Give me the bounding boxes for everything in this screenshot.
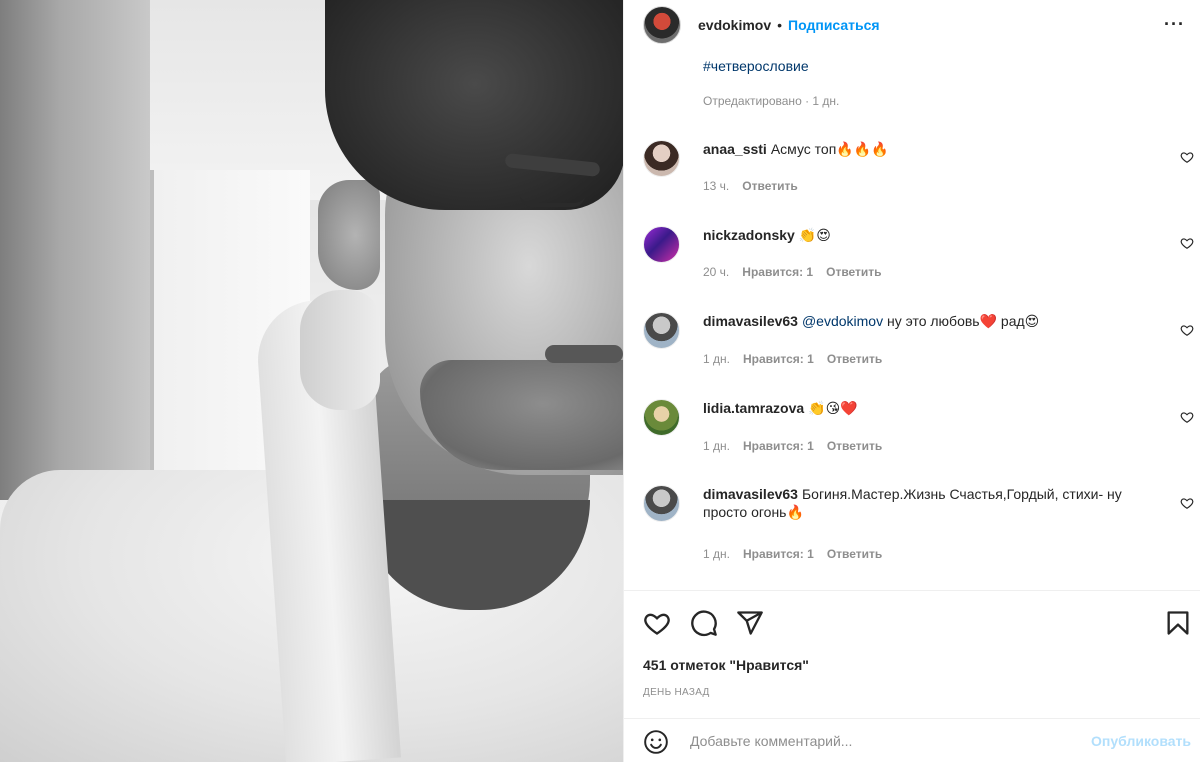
comment-text: nickzadonsky 👏😍 xyxy=(703,226,1158,244)
comment-heart-icon[interactable] xyxy=(1180,410,1194,424)
comment-heart-icon[interactable] xyxy=(1180,236,1194,250)
comment-avatar[interactable] xyxy=(643,226,680,263)
comment-avatar[interactable] xyxy=(643,399,680,436)
comment-meta: 1 дн. Нравится: 1 Ответить xyxy=(703,352,882,366)
comment-heart-icon[interactable] xyxy=(1180,150,1194,164)
comment-heart-icon[interactable] xyxy=(1180,323,1194,337)
comment-emoji: 🔥🔥🔥 xyxy=(836,141,889,157)
publish-button[interactable]: Опубликовать xyxy=(1091,733,1191,749)
comment-text: lidia.tamrazova 👏😘❤️ xyxy=(703,399,1158,417)
reply-button[interactable]: Ответить xyxy=(827,547,882,561)
comment-text: anaa_ssti Асмус топ🔥🔥🔥 xyxy=(703,140,1158,158)
reply-button[interactable]: Ответить xyxy=(742,179,797,193)
heart-icon[interactable] xyxy=(643,609,671,637)
comment-text: dimavasilev63 @evdokimov ну это любовь❤️ … xyxy=(703,312,1158,330)
comment-avatar[interactable] xyxy=(643,485,680,522)
comment-icon[interactable] xyxy=(690,609,718,637)
photo-mouth xyxy=(545,345,623,363)
comment-username[interactable]: dimavasilev63 xyxy=(703,313,798,329)
more-options-icon[interactable]: ··· xyxy=(1164,14,1185,35)
likes-count[interactable]: 451 отметок "Нравится" xyxy=(643,657,809,673)
post-date[interactable]: ДЕНЬ НАЗАД xyxy=(643,687,710,698)
photo-eye xyxy=(520,195,585,207)
comment-time[interactable]: 1 дн. xyxy=(703,352,730,366)
comment-emoji: 👏😘❤️ xyxy=(808,400,858,416)
comment-username[interactable]: lidia.tamrazova xyxy=(703,400,804,416)
photo-hand xyxy=(300,290,380,410)
photo-ear xyxy=(318,180,380,290)
author-avatar[interactable] xyxy=(643,6,681,44)
comment-emoji: 🔥 xyxy=(786,504,804,520)
caption-edited-label: Отредактировано · 1 дн. xyxy=(703,94,840,108)
comment-meta: 13 ч. Ответить xyxy=(703,179,798,193)
author-username[interactable]: evdokimov xyxy=(698,17,771,33)
comment-message: ну это любовь xyxy=(883,313,980,329)
smiley-icon[interactable] xyxy=(643,729,669,755)
photo-beard xyxy=(420,360,623,470)
comment-text: dimavasilev63 Богиня.Мастер.Жизнь Счастья… xyxy=(703,485,1158,521)
comment-likes-count[interactable]: Нравится: 1 xyxy=(743,547,814,561)
header-separator: • xyxy=(777,17,783,33)
bookmark-icon[interactable] xyxy=(1164,609,1192,637)
post-photo[interactable] xyxy=(0,0,623,762)
photo-wall xyxy=(0,0,150,500)
comment-username[interactable]: dimavasilev63 xyxy=(703,486,798,502)
comment-emoji: 👏😍 xyxy=(798,227,831,243)
comment-likes-count[interactable]: Нравится: 1 xyxy=(743,439,814,453)
post-header: evdokimov • Подписаться ··· xyxy=(624,0,1200,50)
reply-button[interactable]: Ответить xyxy=(827,352,882,366)
comment-emoji: ❤️ рад😍 xyxy=(979,313,1040,329)
post-actions-section: 451 отметок "Нравится" ДЕНЬ НАЗАД Опубли… xyxy=(624,590,1200,762)
comment-time[interactable]: 20 ч. xyxy=(703,265,729,279)
comment-time[interactable]: 1 дн. xyxy=(703,547,730,561)
comment-input[interactable] xyxy=(690,729,1070,753)
comment-heart-icon[interactable] xyxy=(1180,496,1194,510)
comment-meta: 1 дн. Нравится: 1 Ответить xyxy=(703,439,882,453)
comment-username[interactable]: nickzadonsky xyxy=(703,227,795,243)
comment-meta: 20 ч. Нравится: 1 Ответить xyxy=(703,265,882,279)
comment-likes-count[interactable]: Нравится: 1 xyxy=(743,352,814,366)
send-icon[interactable] xyxy=(736,609,764,637)
post-side-panel: evdokimov • Подписаться ··· #четверослов… xyxy=(623,0,1200,762)
reply-button[interactable]: Ответить xyxy=(826,265,881,279)
comment-likes-count[interactable]: Нравится: 1 xyxy=(742,265,813,279)
comment-time[interactable]: 13 ч. xyxy=(703,179,729,193)
comment-time[interactable]: 1 дн. xyxy=(703,439,730,453)
comment-avatar[interactable] xyxy=(643,140,680,177)
photo-hair xyxy=(325,0,623,210)
add-comment-bar: Опубликовать xyxy=(624,718,1200,762)
comment-avatar[interactable] xyxy=(643,312,680,349)
comments-scroll-area[interactable]: #четверословие Отредактировано · 1 дн. a… xyxy=(624,60,1200,590)
comment-mention[interactable]: @evdokimov xyxy=(802,313,883,329)
comment-meta: 1 дн. Нравится: 1 Ответить xyxy=(703,547,882,561)
comment-username[interactable]: anaa_ssti xyxy=(703,141,767,157)
reply-button[interactable]: Ответить xyxy=(827,439,882,453)
instagram-post-modal: evdokimov • Подписаться ··· #четверослов… xyxy=(0,0,1200,762)
follow-button[interactable]: Подписаться xyxy=(788,17,880,33)
comment-message: Асмус топ xyxy=(770,141,837,157)
caption-hashtag[interactable]: #четверословие xyxy=(703,60,809,74)
